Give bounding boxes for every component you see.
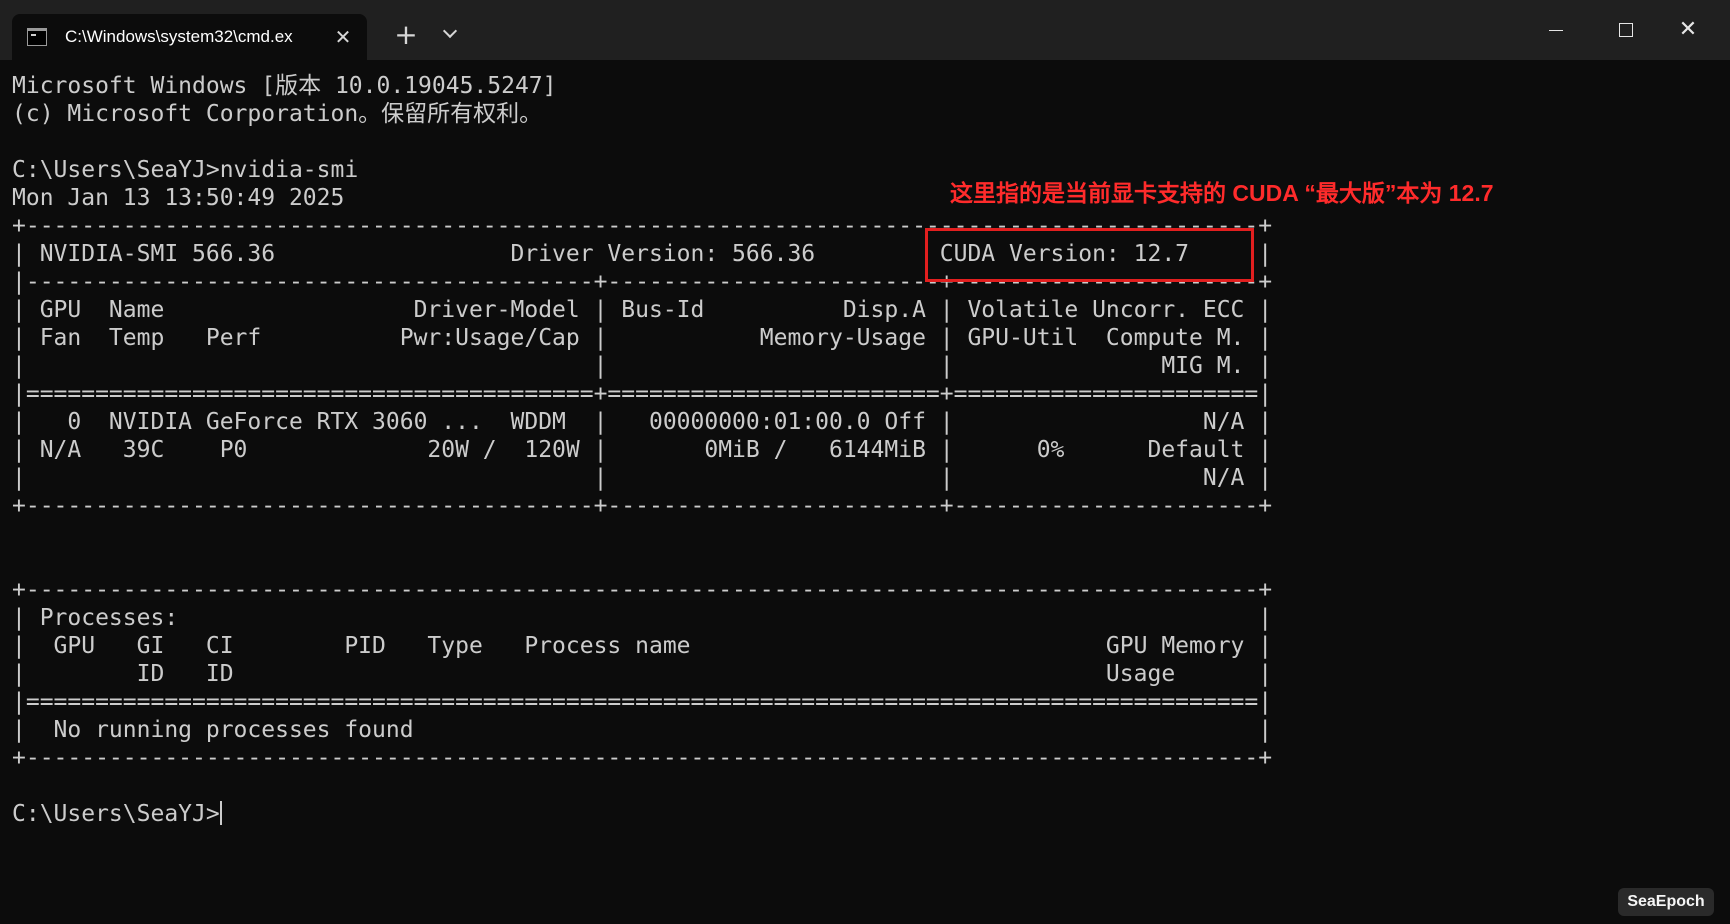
cuda-version-highlight bbox=[925, 228, 1254, 282]
minimize-button[interactable] bbox=[1524, 0, 1588, 60]
close-button[interactable]: ✕ bbox=[1656, 0, 1720, 60]
annotation-note: 这里指的是当前显卡支持的 CUDA “最大版”本为 12.7 bbox=[950, 180, 1494, 206]
watermark-logo: SeaEpoch bbox=[1618, 888, 1714, 916]
new-tab-button[interactable]: + bbox=[388, 20, 424, 50]
text-cursor bbox=[219, 801, 222, 825]
tab-cmd[interactable]: C:\Windows\system32\cmd.ex ✕ bbox=[12, 14, 367, 60]
maximize-button[interactable] bbox=[1594, 0, 1658, 60]
tab-close-button[interactable]: ✕ bbox=[328, 22, 358, 52]
chevron-down-icon[interactable] bbox=[436, 20, 466, 50]
tab-title: C:\Windows\system32\cmd.ex bbox=[65, 27, 293, 46]
title-bar: C:\Windows\system32\cmd.ex ✕ + ✕ bbox=[0, 0, 1730, 60]
terminal-icon bbox=[27, 28, 47, 46]
